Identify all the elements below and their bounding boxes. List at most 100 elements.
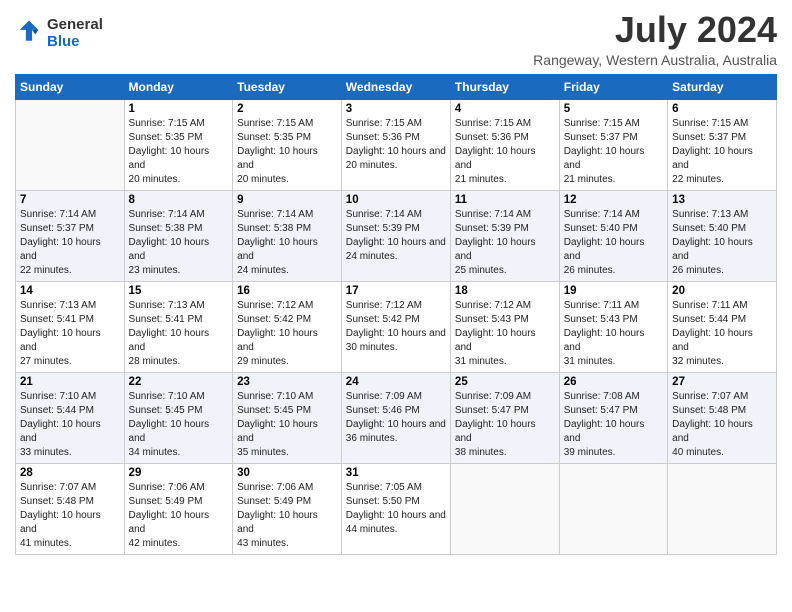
calendar-cell: 4Sunrise: 7:15 AMSunset: 5:36 PMDaylight… <box>450 99 559 190</box>
calendar-cell: 12Sunrise: 7:14 AMSunset: 5:40 PMDayligh… <box>559 190 667 281</box>
calendar-week-4: 21 Sunrise: 7:10 AMSunset: 5:44 PMDayligh… <box>16 372 777 463</box>
day-info: Sunrise: 7:14 AMSunset: 5:39 PMDaylight:… <box>346 208 446 264</box>
title-block: July 2024 Rangeway, Western Australia, A… <box>533 10 777 68</box>
calendar-cell: 27Sunrise: 7:07 AMSunset: 5:48 PMDayligh… <box>668 372 777 463</box>
day-info: Sunrise: 7:12 AMSunset: 5:43 PMDaylight:… <box>455 299 555 369</box>
calendar-week-1: 1 Sunrise: 7:15 AMSunset: 5:35 PMDaylight… <box>16 99 777 190</box>
calendar-cell: 22Sunrise: 7:10 AMSunset: 5:45 PMDayligh… <box>124 372 233 463</box>
day-number: 2 <box>237 103 337 115</box>
day-info: Sunrise: 7:12 AMSunset: 5:42 PMDaylight:… <box>346 299 446 355</box>
calendar-cell <box>16 99 125 190</box>
day-info: Sunrise: 7:15 AMSunset: 5:36 PMDaylight:… <box>346 117 446 173</box>
calendar-header-wednesday: Wednesday <box>341 74 450 99</box>
day-info: Sunrise: 7:11 AMSunset: 5:43 PMDaylight:… <box>564 299 663 369</box>
day-number: 6 <box>672 103 772 115</box>
calendar-cell: 11 Sunrise: 7:14 AMSunset: 5:39 PMDayligh… <box>450 190 559 281</box>
calendar-cell: 16Sunrise: 7:12 AMSunset: 5:42 PMDayligh… <box>233 281 342 372</box>
day-number: 15 <box>129 285 229 297</box>
day-info: Sunrise: 7:14 AMSunset: 5:38 PMDaylight:… <box>237 208 337 278</box>
calendar-cell: 30 Sunrise: 7:06 AMSunset: 5:49 PMDayligh… <box>233 463 342 554</box>
page-header: General Blue July 2024 Rangeway, Western… <box>15 10 777 68</box>
logo-blue: Blue <box>47 33 80 50</box>
day-number: 16 <box>237 285 337 297</box>
day-info: Sunrise: 7:11 AMSunset: 5:44 PMDaylight:… <box>672 299 772 369</box>
calendar-cell: 17 Sunrise: 7:12 AMSunset: 5:42 PMDayligh… <box>341 281 450 372</box>
day-number: 13 <box>672 194 772 206</box>
calendar-cell: 25 Sunrise: 7:09 AMSunset: 5:47 PMDayligh… <box>450 372 559 463</box>
day-info: Sunrise: 7:13 AMSunset: 5:41 PMDaylight:… <box>129 299 229 369</box>
calendar-cell: 10 Sunrise: 7:14 AMSunset: 5:39 PMDayligh… <box>341 190 450 281</box>
calendar-cell: 5Sunrise: 7:15 AMSunset: 5:37 PMDaylight… <box>559 99 667 190</box>
day-info: Sunrise: 7:10 AMSunset: 5:44 PMDaylight:… <box>20 390 120 460</box>
calendar-header-row: SundayMondayTuesdayWednesdayThursdayFrid… <box>16 74 777 99</box>
day-number: 17 <box>346 285 446 297</box>
day-number: 26 <box>564 376 663 388</box>
calendar-cell <box>559 463 667 554</box>
day-number: 4 <box>455 103 555 115</box>
day-info: Sunrise: 7:14 AMSunset: 5:38 PMDaylight:… <box>129 208 229 278</box>
calendar-header-thursday: Thursday <box>450 74 559 99</box>
calendar-header-monday: Monday <box>124 74 233 99</box>
calendar-cell: 18 Sunrise: 7:12 AMSunset: 5:43 PMDayligh… <box>450 281 559 372</box>
location-text: Rangeway, Western Australia, Australia <box>533 52 777 68</box>
calendar-header-sunday: Sunday <box>16 74 125 99</box>
calendar-cell: 2Sunrise: 7:15 AMSunset: 5:35 PMDaylight… <box>233 99 342 190</box>
day-number: 19 <box>564 285 663 297</box>
month-title: July 2024 <box>533 10 777 50</box>
calendar-cell: 23 Sunrise: 7:10 AMSunset: 5:45 PMDayligh… <box>233 372 342 463</box>
day-number: 22 <box>129 376 229 388</box>
day-info: Sunrise: 7:06 AMSunset: 5:49 PMDaylight:… <box>237 481 337 551</box>
day-number: 25 <box>455 376 555 388</box>
day-number: 24 <box>346 376 446 388</box>
day-info: Sunrise: 7:14 AMSunset: 5:37 PMDaylight:… <box>20 208 120 278</box>
calendar-cell: 21 Sunrise: 7:10 AMSunset: 5:44 PMDayligh… <box>16 372 125 463</box>
day-number: 11 <box>455 194 555 206</box>
calendar-header-saturday: Saturday <box>668 74 777 99</box>
calendar-cell: 29Sunrise: 7:06 AMSunset: 5:49 PMDayligh… <box>124 463 233 554</box>
day-info: Sunrise: 7:13 AMSunset: 5:41 PMDaylight:… <box>20 299 120 369</box>
day-number: 31 <box>346 467 446 479</box>
calendar-cell: 7 Sunrise: 7:14 AMSunset: 5:37 PMDaylight… <box>16 190 125 281</box>
calendar-cell: 15 Sunrise: 7:13 AMSunset: 5:41 PMDayligh… <box>124 281 233 372</box>
day-number: 23 <box>237 376 337 388</box>
day-info: Sunrise: 7:09 AMSunset: 5:47 PMDaylight:… <box>455 390 555 460</box>
calendar-cell: 20 Sunrise: 7:11 AMSunset: 5:44 PMDayligh… <box>668 281 777 372</box>
day-info: Sunrise: 7:07 AMSunset: 5:48 PMDaylight:… <box>672 390 772 460</box>
calendar-cell: 6Sunrise: 7:15 AMSunset: 5:37 PMDaylight… <box>668 99 777 190</box>
logo-text: General Blue <box>47 16 103 51</box>
calendar-cell: 26 Sunrise: 7:08 AMSunset: 5:47 PMDayligh… <box>559 372 667 463</box>
day-info: Sunrise: 7:09 AMSunset: 5:46 PMDaylight:… <box>346 390 446 446</box>
day-number: 20 <box>672 285 772 297</box>
calendar-cell <box>450 463 559 554</box>
day-info: Sunrise: 7:14 AMSunset: 5:40 PMDaylight:… <box>564 208 663 278</box>
day-number: 8 <box>129 194 229 206</box>
calendar-week-5: 28Sunrise: 7:07 AMSunset: 5:48 PMDayligh… <box>16 463 777 554</box>
day-number: 21 <box>20 376 120 388</box>
calendar-cell: 19 Sunrise: 7:11 AMSunset: 5:43 PMDayligh… <box>559 281 667 372</box>
day-info: Sunrise: 7:10 AMSunset: 5:45 PMDaylight:… <box>237 390 337 460</box>
day-info: Sunrise: 7:07 AMSunset: 5:48 PMDaylight:… <box>20 481 120 551</box>
day-number: 9 <box>237 194 337 206</box>
day-info: Sunrise: 7:15 AMSunset: 5:35 PMDaylight:… <box>129 117 229 187</box>
day-number: 30 <box>237 467 337 479</box>
day-info: Sunrise: 7:08 AMSunset: 5:47 PMDaylight:… <box>564 390 663 460</box>
day-info: Sunrise: 7:13 AMSunset: 5:40 PMDaylight:… <box>672 208 772 278</box>
calendar-week-3: 14 Sunrise: 7:13 AMSunset: 5:41 PMDayligh… <box>16 281 777 372</box>
calendar-cell: 1 Sunrise: 7:15 AMSunset: 5:35 PMDaylight… <box>124 99 233 190</box>
calendar-header-tuesday: Tuesday <box>233 74 342 99</box>
calendar-cell: 8 Sunrise: 7:14 AMSunset: 5:38 PMDaylight… <box>124 190 233 281</box>
logo: General Blue <box>15 16 103 51</box>
day-info: Sunrise: 7:14 AMSunset: 5:39 PMDaylight:… <box>455 208 555 278</box>
calendar-cell: 31Sunrise: 7:05 AMSunset: 5:50 PMDayligh… <box>341 463 450 554</box>
calendar-cell: 28Sunrise: 7:07 AMSunset: 5:48 PMDayligh… <box>16 463 125 554</box>
calendar-cell <box>668 463 777 554</box>
logo-icon <box>15 19 43 47</box>
day-number: 7 <box>20 194 120 206</box>
logo-general: General <box>47 16 103 33</box>
day-number: 1 <box>129 103 229 115</box>
day-number: 14 <box>20 285 120 297</box>
calendar-header-friday: Friday <box>559 74 667 99</box>
day-number: 10 <box>346 194 446 206</box>
day-info: Sunrise: 7:15 AMSunset: 5:37 PMDaylight:… <box>564 117 663 187</box>
day-number: 18 <box>455 285 555 297</box>
